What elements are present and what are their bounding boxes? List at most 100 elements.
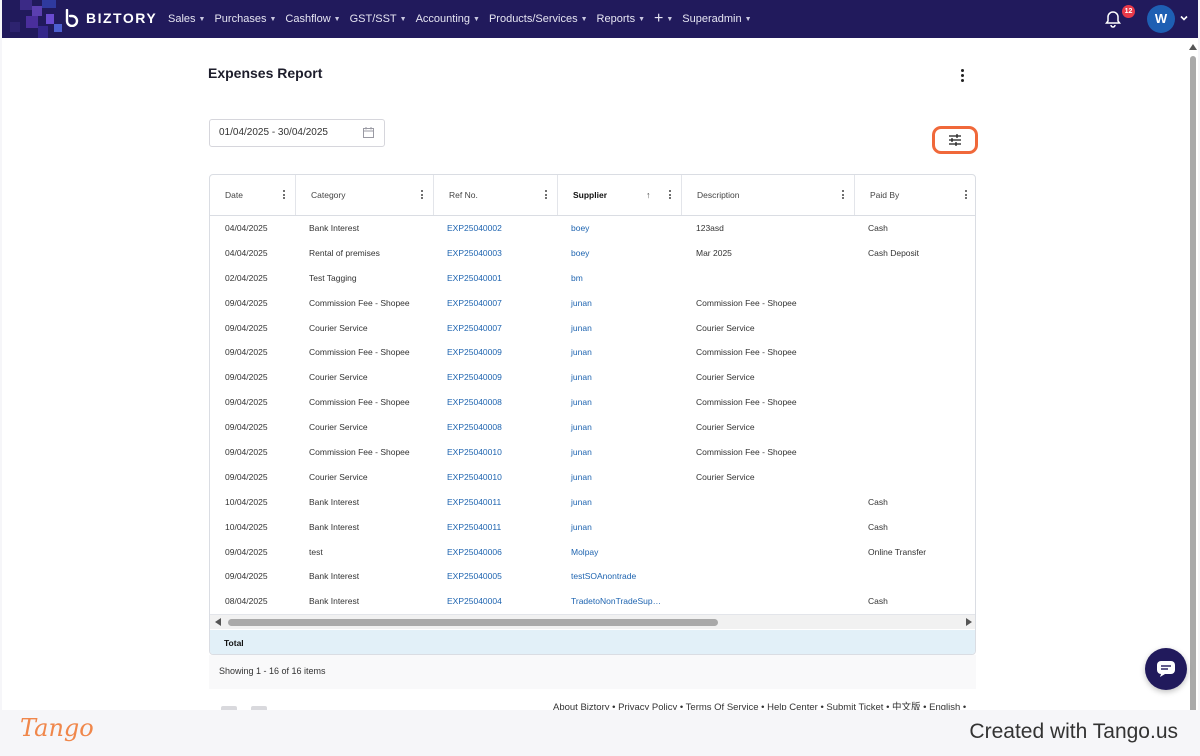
cell-ref[interactable]: EXP25040005 [447,571,502,581]
scroll-up-arrow-icon[interactable] [1189,44,1197,50]
brand-logo[interactable]: BIZTORY [64,9,157,27]
column-menu-icon[interactable] [840,190,846,201]
cell-ref[interactable]: EXP25040010 [447,472,502,482]
cell-category: Courier Service [309,322,368,333]
cell-ref[interactable]: EXP25040004 [447,596,502,606]
sort-ascending-icon[interactable]: ↑ [646,175,651,215]
table-row[interactable]: 09/04/2025 Courier Service EXP25040010 juna… [210,465,975,490]
nav-superadmin[interactable]: Superadmin ▼ [682,13,751,25]
cell-supplier[interactable]: boey [571,248,589,258]
table-row[interactable]: 09/04/2025 Commission Fee - Shopee EXP2504… [210,291,975,316]
chevron-down-icon: ▼ [580,15,588,23]
page-scrollbar[interactable] [1188,38,1198,710]
nav-cashflow[interactable]: Cashflow ▼ [285,13,340,25]
calendar-icon[interactable] [363,127,374,138]
scrollbar-thumb[interactable] [1190,56,1196,710]
chevron-down-icon: ▼ [638,15,646,23]
cell-ref[interactable]: EXP25040003 [447,248,502,258]
cell-supplier[interactable]: Molpay [571,547,598,557]
chevron-down-icon: ▼ [269,15,277,23]
cell-supplier[interactable]: junan [571,372,592,382]
cell-supplier[interactable]: bm [571,273,583,283]
cell-supplier[interactable]: junan [571,397,592,407]
horizontal-scrollbar[interactable] [210,614,975,629]
cell-date: 09/04/2025 [225,347,268,358]
cell-ref[interactable]: EXP25040007 [447,298,502,308]
table-row[interactable]: 09/04/2025 Commission Fee - Shopee EXP2504… [210,440,975,465]
cell-ref[interactable]: EXP25040011 [447,522,501,532]
table-row[interactable]: 02/04/2025 Test Tagging EXP25040001 bm [210,266,975,291]
cell-supplier[interactable]: junan [571,323,592,333]
table-row[interactable]: 09/04/2025 Commission Fee - Shopee EXP2504… [210,340,975,365]
column-menu-icon[interactable] [963,190,969,201]
cell-ref[interactable]: EXP25040008 [447,422,502,432]
column-menu-icon[interactable] [667,190,673,201]
nav-sales[interactable]: Sales ▼ [168,13,205,25]
table-row[interactable]: 10/04/2025 Bank Interest EXP25040011 junan C… [210,490,975,515]
table-row[interactable]: 09/04/2025 Courier Service EXP25040008 juna… [210,415,975,440]
cell-supplier[interactable]: junan [571,497,592,507]
column-header-description[interactable]: Description [681,175,854,215]
table-row[interactable]: 10/04/2025 Bank Interest EXP25040011 junan C… [210,515,975,540]
table-row[interactable]: 09/04/2025 test EXP25040006 Molpay Online Tr… [210,540,975,565]
cell-supplier[interactable]: junan [571,298,592,308]
nav-quick-add[interactable]: + ▼ [654,10,673,28]
cell-supplier[interactable]: junan [571,472,592,482]
cell-supplier[interactable]: junan [571,447,592,457]
cell-ref[interactable]: EXP25040001 [447,273,502,283]
cell-ref[interactable]: EXP25040008 [447,397,502,407]
cell-supplier[interactable]: junan [571,522,592,532]
brand-name: BIZTORY [86,10,158,26]
table-row[interactable]: 09/04/2025 Bank Interest EXP25040005 testSO… [210,564,975,589]
table-row[interactable]: 04/04/2025 Rental of premises EXP25040003 b… [210,241,975,266]
column-header-date[interactable]: Date [210,175,295,215]
table-row[interactable]: 04/04/2025 Bank Interest EXP25040002 boey 12… [210,216,975,241]
column-header-category[interactable]: Category [295,175,433,215]
cell-paid-by: Cash [868,521,888,532]
nav-accounting[interactable]: Accounting ▼ [416,13,480,25]
table-row[interactable]: 09/04/2025 Courier Service EXP25040009 juna… [210,365,975,390]
filter-settings-button[interactable] [932,126,978,154]
cell-ref[interactable]: EXP25040010 [447,447,502,457]
column-menu-icon[interactable] [543,190,549,201]
cell-supplier[interactable]: junan [571,422,592,432]
cell-supplier[interactable]: TradetoNonTradeSup… [571,596,661,606]
cell-ref[interactable]: EXP25040009 [447,372,502,382]
cell-supplier[interactable]: junan [571,347,592,357]
column-menu-icon[interactable] [281,190,287,201]
column-header-supplier[interactable]: Supplier ↑ [557,175,681,215]
chat-button[interactable] [1145,648,1187,690]
bell-icon[interactable] [1105,10,1121,28]
footer-links[interactable]: About Biztory • Privacy Policy • Terms O… [553,699,966,710]
scroll-left-arrow-icon[interactable] [215,618,221,626]
cell-ref[interactable]: EXP25040007 [447,323,502,333]
nav-reports[interactable]: Reports ▼ [597,13,645,25]
horizontal-scrollbar-thumb[interactable] [228,619,718,626]
cell-description: Mar 2025 [696,247,732,258]
cell-supplier[interactable]: boey [571,223,589,233]
nav-sales-label: Sales [168,13,196,25]
date-range-input[interactable]: 01/04/2025 - 30/04/2025 [209,119,385,147]
more-options-icon[interactable] [954,66,970,84]
nav-products-services[interactable]: Products/Services ▼ [489,13,588,25]
top-navbar: BIZTORY Sales ▼ Purchases ▼ Cashflow ▼ GST/… [2,0,1198,38]
nav-gst-sst[interactable]: GST/SST ▼ [350,13,407,25]
chevron-down-icon: ▼ [333,15,341,23]
cell-ref[interactable]: EXP25040002 [447,223,502,233]
chevron-down-icon[interactable] [1179,13,1189,23]
cell-ref[interactable]: EXP25040006 [447,547,502,557]
cell-supplier[interactable]: testSOAnontrade [571,571,636,581]
column-menu-icon[interactable] [419,190,425,201]
cell-category: Bank Interest [309,223,360,233]
cell-category: Commission Fee - Shopee [309,347,410,358]
table-row[interactable]: 08/04/2025 Bank Interest EXP25040004 Tradet… [210,589,975,614]
nav-purchases[interactable]: Purchases ▼ [214,13,276,25]
table-row[interactable]: 09/04/2025 Commission Fee - Shopee EXP2504… [210,390,975,415]
table-row[interactable]: 09/04/2025 Courier Service EXP25040007 juna… [210,316,975,341]
column-header-ref-no[interactable]: Ref No. [433,175,557,215]
cell-ref[interactable]: EXP25040009 [447,347,502,357]
column-header-paid-by[interactable]: Paid By [854,175,975,215]
avatar[interactable]: W [1147,5,1175,33]
scroll-right-arrow-icon[interactable] [966,618,972,626]
cell-ref[interactable]: EXP25040011 [447,497,501,507]
